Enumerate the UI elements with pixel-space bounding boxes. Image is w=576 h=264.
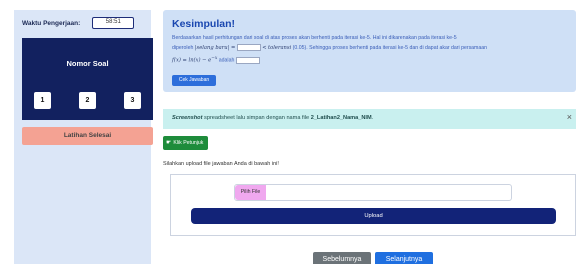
upload-instruction: Silahkan upload file jawaban Anda di baw… [163,161,279,167]
next-button[interactable]: Selanjutnya [375,252,433,264]
upload-card: Pilih File Upload [170,174,576,236]
conclusion-line-2: diperoleh |selang baru| = < toleransi (0… [172,44,487,51]
previous-button[interactable]: Sebelumnya [313,252,371,264]
conclusion-line-3-suffix: adalah [218,57,235,64]
hint-button[interactable]: ☛ Klik Petunjuk [163,136,208,150]
pointing-hand-icon: ☛ [166,140,172,146]
instruction-alert: Screenshot spreadsheet lalu simpan denga… [163,109,576,129]
question-number-3-button[interactable]: 3 [124,92,141,109]
conclusion-title: Kesimpulan! [172,18,236,30]
alert-body: spreadsheet lalu simpan dengan nama file [204,115,310,121]
finish-exercise-button[interactable]: Latihan Selesai [22,127,153,145]
alert-text: Screenshot spreadsheet lalu simpan denga… [172,115,374,121]
tolerance-label: toleransi [268,44,292,51]
sidebar: Waktu Pengerjaan: 58:51 Nomor Soal 1 2 3… [14,10,153,264]
question-number-2-button[interactable]: 2 [79,92,96,109]
upload-button[interactable]: Upload [191,208,556,224]
conclusion-line-2-suffix: (0.05). Sehingga proses berhenti pada it… [292,44,488,51]
question-number-1-button[interactable]: 1 [34,92,51,109]
conclusion-panel: Kesimpulan! Berdasarkan hasil perhitunga… [163,10,576,92]
conclusion-line-1: Berdasarkan hasil perhitungan dari soal … [172,35,457,41]
timer-label: Waktu Pengerjaan: [22,19,81,27]
less-than-sign: < [262,44,267,51]
timer-value: 58:51 [92,17,135,29]
equation-math: f(x) = ln(x) − e [172,57,212,64]
check-answer-button[interactable]: Cek Jawaban [172,75,216,86]
alert-prefix: Screenshot [172,115,203,121]
question-number-panel: Nomor Soal 1 2 3 [22,38,153,120]
equation-exponent: −x [211,56,218,61]
root-answer-input[interactable] [235,56,260,64]
conclusion-line-2-math: |selang baru| = [194,44,236,51]
close-icon[interactable]: × [567,112,572,122]
question-panel-title: Nomor Soal [66,59,109,68]
conclusion-line-2-prefix: diperoleh [172,44,194,51]
alert-filename: 2_Latihan2_Nama_NIM [310,115,372,121]
timer-row: Waktu Pengerjaan: 58:51 [22,17,135,29]
hint-button-label: Klik Petunjuk [173,140,204,146]
choose-file-button[interactable]: Pilih File [235,185,266,200]
conclusion-line-3: f(x) = ln(x) − e−x adalah [172,56,260,64]
new-interval-answer-input[interactable] [236,44,261,51]
file-input[interactable]: Pilih File [234,184,512,201]
